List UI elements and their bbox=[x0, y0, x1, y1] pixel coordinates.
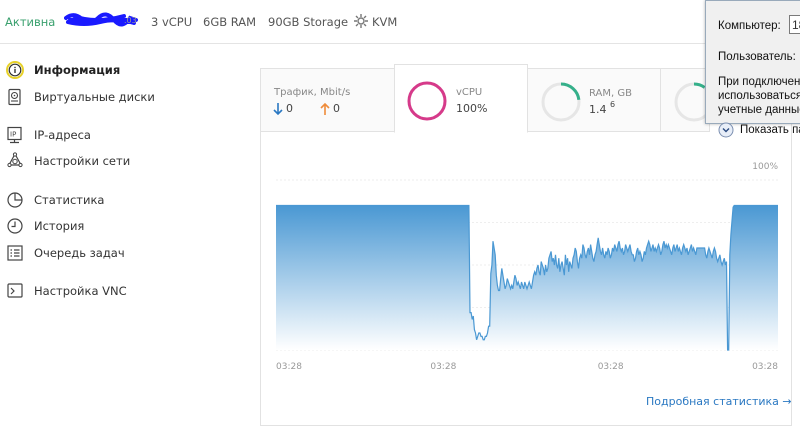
info-line-3: учетные данные bbox=[718, 104, 800, 116]
vcpu-value: 100% bbox=[456, 102, 488, 115]
tab-traffic[interactable]: Трафик, Mbit/s 0 0 bbox=[260, 68, 395, 132]
info-line-1: При подключени bbox=[718, 76, 800, 88]
detailed-stats-link[interactable]: Подробная статистика → bbox=[646, 395, 792, 408]
tab-vcpu[interactable]: vCPU 100% bbox=[394, 64, 528, 133]
ip-icon: IP bbox=[7, 126, 22, 144]
svg-text:IP: IP bbox=[10, 131, 16, 139]
sidebar-item-label: Очередь задач bbox=[34, 246, 125, 260]
traffic-label: Трафик, Mbit/s bbox=[274, 87, 351, 98]
info-icon bbox=[6, 61, 24, 79]
x-tick-label: 03:28 bbox=[598, 362, 624, 372]
user-label: Пользователь: bbox=[718, 51, 796, 63]
sidebar-item-label: Настройка VNC bbox=[34, 284, 127, 298]
redacted-server-name: .03 bbox=[64, 12, 138, 27]
x-tick-label: 03:28 bbox=[276, 362, 302, 372]
server-info-bar: Активна .03 3 vCPU 6GB RAM 90GB Storage … bbox=[0, 0, 800, 44]
sidebar-item-vnc[interactable]: Настройка VNC bbox=[6, 281, 186, 301]
expand-options-icon[interactable] bbox=[718, 122, 734, 138]
svg-text:.03: .03 bbox=[124, 16, 137, 25]
vcpu-label: vCPU bbox=[456, 87, 483, 98]
sidebar-item-label: Статистика bbox=[34, 193, 105, 207]
ram-spec: 6GB RAM bbox=[203, 15, 257, 29]
disk-icon bbox=[8, 88, 21, 106]
sidebar-item-ip[interactable]: IP IP-адреса bbox=[6, 125, 186, 145]
sidebar-item-label: Информация bbox=[34, 63, 121, 77]
clock-icon bbox=[7, 218, 23, 234]
vcpu-gauge bbox=[407, 81, 447, 121]
tab-disk[interactable] bbox=[660, 68, 714, 132]
status-badge: Активна bbox=[5, 15, 56, 29]
cpu-usage-chart: 100% 03:28 03:28 03:28 03:28 bbox=[276, 162, 778, 372]
ram-gauge bbox=[541, 82, 581, 122]
sidebar-item-network[interactable]: Настройки сети bbox=[6, 151, 186, 171]
sidebar-item-tasks[interactable]: Очередь задач bbox=[6, 243, 186, 263]
computer-input[interactable]: 18 bbox=[789, 15, 800, 34]
storage-spec: 90GB Storage bbox=[268, 15, 349, 29]
sidebar-item-label: Настройки сети bbox=[34, 154, 131, 168]
traffic-down-value: 0 bbox=[286, 102, 293, 115]
sidebar-item-info[interactable]: Информация bbox=[6, 60, 186, 80]
x-tick-label: 03:28 bbox=[430, 362, 456, 372]
x-tick-label: 03:28 bbox=[752, 362, 778, 372]
vnc-icon bbox=[7, 283, 23, 298]
sidebar-item-stats[interactable]: Статистика bbox=[6, 190, 186, 210]
sidebar-item-disks[interactable]: Виртуальные диски bbox=[6, 87, 186, 107]
computer-label: Компьютер: bbox=[718, 20, 781, 32]
virtualization-spec: KVM bbox=[372, 15, 398, 29]
chart-series-area bbox=[276, 205, 778, 350]
arrow-up-icon bbox=[320, 102, 330, 115]
traffic-up-value: 0 bbox=[333, 102, 340, 115]
ram-used-value: 1.4 bbox=[589, 103, 607, 116]
y-tick-label: 100% bbox=[752, 162, 778, 172]
kvm-gear-icon bbox=[354, 14, 368, 28]
arrow-down-icon bbox=[273, 103, 283, 116]
tab-ram[interactable]: RAM, GB 1.4 6 bbox=[527, 68, 661, 132]
show-options-toggle[interactable]: Показать па bbox=[740, 124, 800, 136]
network-icon bbox=[7, 152, 23, 168]
x-tick-labels: 03:28 03:28 03:28 03:28 bbox=[276, 362, 778, 372]
rdp-connection-dialog: Компьютер: 18 Пользователь: При подключе… bbox=[705, 0, 800, 124]
ram-label: RAM, GB bbox=[589, 88, 632, 99]
sidebar-item-label: История bbox=[34, 219, 85, 233]
info-line-2: использоваться bbox=[718, 90, 800, 102]
list-icon bbox=[7, 245, 23, 261]
pie-chart-icon bbox=[7, 192, 23, 208]
sidebar-item-label: Виртуальные диски bbox=[34, 90, 155, 104]
cpu-spec: 3 vCPU bbox=[151, 15, 193, 29]
ram-total-value: 6 bbox=[610, 100, 616, 109]
sidebar-item-history[interactable]: История bbox=[6, 216, 186, 236]
sidebar-item-label: IP-адреса bbox=[34, 128, 91, 142]
